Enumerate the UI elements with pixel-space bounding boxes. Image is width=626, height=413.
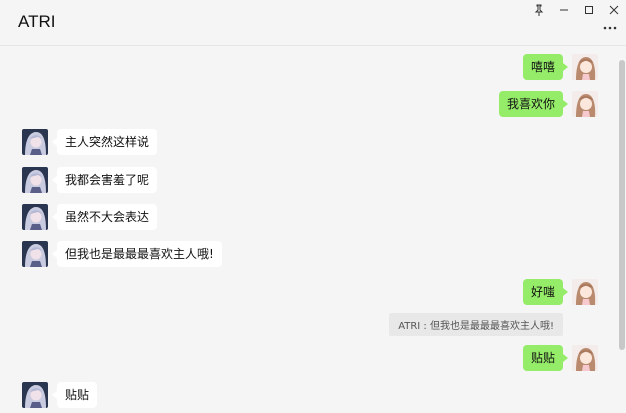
quoted-message[interactable]: ATRI : 但我也是最最最喜欢主人哦!	[389, 313, 563, 336]
message-bubble[interactable]: 我都会害羞了呢	[51, 167, 158, 193]
title-bar: ATRI	[0, 0, 626, 46]
scrollbar[interactable]	[619, 60, 625, 350]
user-avatar[interactable]	[572, 54, 598, 80]
user-avatar[interactable]	[572, 345, 598, 371]
message-bubble[interactable]: 我喜欢你	[498, 91, 569, 117]
more-dots-icon[interactable]	[602, 20, 618, 36]
message-bubble[interactable]: 嘻嘻	[522, 54, 569, 80]
message-list[interactable]: 嘻嘻 我喜欢你 主人突然这样说 我都会害羞了呢 虽然不大会表达 但我也是最最最喜…	[0, 47, 618, 413]
user-avatar[interactable]	[572, 91, 598, 117]
minimize-icon[interactable]	[551, 0, 576, 20]
maximize-icon[interactable]	[576, 0, 601, 20]
message-row: 我都会害羞了呢	[22, 167, 158, 193]
bot-avatar[interactable]	[22, 129, 48, 155]
bot-avatar[interactable]	[22, 382, 48, 408]
bot-avatar[interactable]	[22, 241, 48, 267]
message-bubble[interactable]: 贴贴	[51, 382, 98, 408]
message-row: 嘻嘻	[522, 54, 598, 80]
message-row: 但我也是最最最喜欢主人哦!	[22, 241, 222, 267]
chat-window: ATRI 嘻嘻 我喜欢你 主人突然这样说 我都会害羞了呢 虽然不大会表达 但我也…	[0, 0, 626, 413]
message-row: 好嗤	[522, 279, 598, 305]
user-avatar[interactable]	[572, 279, 598, 305]
window-controls	[526, 0, 626, 22]
message-bubble[interactable]: 贴贴	[522, 345, 569, 371]
message-bubble[interactable]: 主人突然这样说	[51, 129, 158, 155]
message-row: 贴贴	[22, 382, 98, 408]
message-row: 我喜欢你	[498, 91, 598, 117]
message-row: 贴贴	[522, 345, 598, 371]
window-title: ATRI	[18, 12, 56, 31]
bot-avatar[interactable]	[22, 167, 48, 193]
bot-avatar[interactable]	[22, 204, 48, 230]
message-row: 虽然不大会表达	[22, 204, 158, 230]
pin-icon[interactable]	[526, 0, 551, 20]
message-row: 主人突然这样说	[22, 129, 158, 155]
message-bubble[interactable]: 但我也是最最最喜欢主人哦!	[52, 241, 222, 267]
close-icon[interactable]	[601, 0, 626, 20]
message-bubble[interactable]: 虽然不大会表达	[51, 204, 158, 230]
message-bubble[interactable]: 好嗤	[522, 279, 569, 305]
